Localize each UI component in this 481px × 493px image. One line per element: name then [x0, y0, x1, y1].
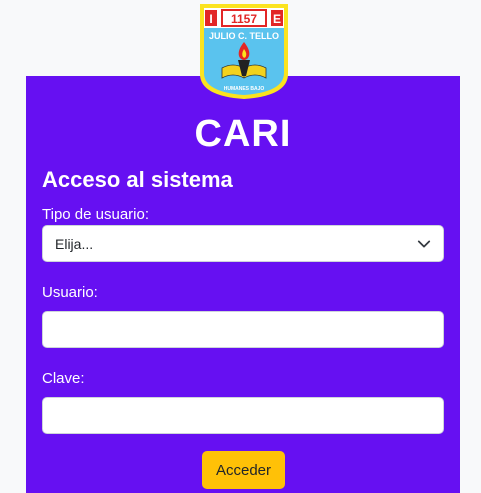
school-logo: I 1157 E JULIO C. TELLO HUMANES BAJO [198, 2, 290, 100]
user-type-selected-value: Elija... [55, 235, 94, 252]
submit-button[interactable]: Acceder [202, 451, 285, 489]
password-label: Clave: [42, 370, 85, 387]
svg-text:1157: 1157 [231, 12, 257, 26]
username-input[interactable] [42, 311, 444, 348]
password-input[interactable] [42, 397, 444, 434]
chevron-down-icon [417, 240, 431, 247]
form-heading: Acceso al sistema [42, 167, 233, 192]
svg-text:I: I [209, 12, 212, 26]
svg-text:E: E [273, 12, 281, 26]
user-type-select[interactable]: Elija... [42, 225, 444, 262]
app-title: CARI [194, 113, 292, 155]
svg-text:HUMANES BAJO: HUMANES BAJO [224, 86, 265, 92]
user-type-label: Tipo de usuario: [42, 206, 150, 223]
username-label: Usuario: [42, 284, 98, 301]
svg-text:JULIO C. TELLO: JULIO C. TELLO [209, 31, 279, 41]
